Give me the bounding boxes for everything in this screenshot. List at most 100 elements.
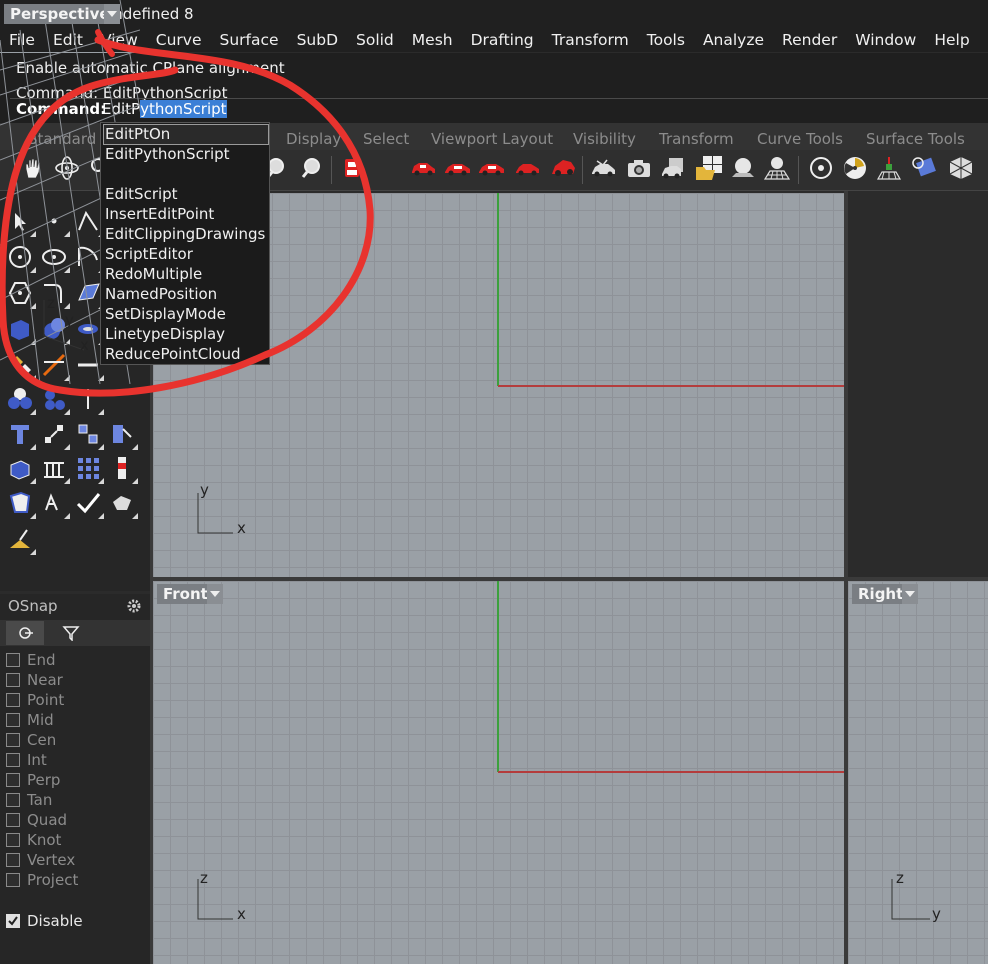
chevron-down-icon[interactable]: [207, 584, 223, 604]
menu-tools[interactable]: Tools: [638, 28, 694, 52]
object-props-icon[interactable]: [946, 153, 976, 183]
checkbox[interactable]: [6, 833, 20, 847]
toolbar-icon[interactable]: [910, 153, 940, 183]
autocomplete-item[interactable]: ReducePointCloud: [105, 345, 241, 363]
render-icon[interactable]: [4, 487, 36, 519]
checkbox[interactable]: [6, 793, 20, 807]
mesh-icon[interactable]: [38, 452, 70, 484]
autocomplete-item[interactable]: SetDisplayMode: [105, 305, 226, 323]
car-ghosted-icon[interactable]: [476, 153, 506, 183]
checkbox-checked[interactable]: [6, 914, 20, 928]
camera-icon[interactable]: [624, 153, 654, 183]
car-technical-icon[interactable]: [548, 153, 578, 183]
osnap-vertex-checkbox[interactable]: Vertex: [6, 850, 75, 870]
check-icon[interactable]: [72, 487, 104, 519]
extrude-icon[interactable]: [4, 452, 36, 484]
viewport-title[interactable]: Perspective: [4, 4, 116, 24]
autocomplete-item[interactable]: ScriptEditor: [105, 245, 193, 263]
tab-osnap-snaps[interactable]: [6, 621, 44, 645]
autocomplete-item[interactable]: EditClippingDrawings: [105, 225, 265, 243]
car-rendered-icon[interactable]: [442, 153, 472, 183]
autocomplete-item[interactable]: InsertEditPoint: [105, 205, 214, 223]
osnap-icon[interactable]: [806, 153, 836, 183]
tab-select[interactable]: Select: [363, 130, 409, 148]
analyze-icon[interactable]: [72, 383, 104, 415]
osnap-near-checkbox[interactable]: Near: [6, 670, 63, 690]
checkbox[interactable]: [6, 653, 20, 667]
checkbox[interactable]: [6, 693, 20, 707]
tab-display[interactable]: Display: [286, 130, 341, 148]
osnap-disable-checkbox[interactable]: Disable: [6, 911, 83, 931]
checkbox[interactable]: [6, 813, 20, 827]
autocomplete-item[interactable]: EditPythonScript: [105, 145, 230, 163]
osnap-int-checkbox[interactable]: Int: [6, 750, 47, 770]
menu-surface[interactable]: Surface: [211, 28, 288, 52]
tab-transform[interactable]: Transform: [659, 130, 734, 148]
checkbox[interactable]: [6, 673, 20, 687]
menu-render[interactable]: Render: [773, 28, 846, 52]
osnap-knot-checkbox[interactable]: Knot: [6, 830, 61, 850]
gear-icon[interactable]: [126, 598, 142, 614]
chevron-down-icon[interactable]: [104, 4, 120, 24]
menu-help[interactable]: Help: [925, 28, 978, 52]
material-sphere-icon[interactable]: [728, 153, 758, 183]
osnap-end-checkbox[interactable]: End: [6, 650, 56, 670]
menu-window[interactable]: Window: [846, 28, 925, 52]
menu-curve[interactable]: Curve: [147, 28, 211, 52]
array-icon[interactable]: [72, 418, 104, 450]
scale-icon[interactable]: [38, 418, 70, 450]
boolean-icon[interactable]: [38, 383, 70, 415]
transform-icon[interactable]: [106, 418, 138, 450]
tab-viewport-layout[interactable]: Viewport Layout: [431, 130, 553, 148]
checkbox[interactable]: [6, 733, 20, 747]
menu-analyze[interactable]: Analyze: [694, 28, 773, 52]
autocomplete-item[interactable]: EditPtOn: [105, 125, 170, 143]
menu-solid[interactable]: Solid: [347, 28, 403, 52]
ground-plane-icon[interactable]: [762, 153, 792, 183]
right-viewport[interactable]: Right z y: [848, 581, 988, 964]
autocomplete-item[interactable]: RedoMultiple: [105, 265, 202, 283]
grid-points-icon[interactable]: [72, 452, 104, 484]
viewport-title[interactable]: Front: [157, 584, 214, 604]
osnap-tan-checkbox[interactable]: Tan: [6, 790, 52, 810]
cplane-icon[interactable]: [874, 153, 904, 183]
tab-surface-tools[interactable]: Surface Tools: [866, 130, 965, 148]
autocomplete-item[interactable]: NamedPosition: [105, 285, 217, 303]
tab-osnap-filter[interactable]: [52, 621, 90, 645]
viewport-layout-icon[interactable]: [694, 153, 724, 183]
osnap-cen-checkbox[interactable]: Cen: [6, 730, 56, 750]
menu-drafting[interactable]: Drafting: [462, 28, 543, 52]
autocomplete-item[interactable]: LinetypeDisplay: [105, 325, 225, 343]
viewport-title[interactable]: Right: [852, 584, 910, 604]
chevron-down-icon[interactable]: [902, 584, 918, 604]
block-icon[interactable]: [106, 452, 138, 484]
osnap-quad-checkbox[interactable]: Quad: [6, 810, 67, 830]
zoom-extents-icon[interactable]: [296, 153, 326, 183]
menu-transform[interactable]: Transform: [543, 28, 638, 52]
car-shaded-icon[interactable]: [408, 153, 438, 183]
osnap-project-checkbox[interactable]: Project: [6, 870, 78, 890]
autocomplete-item[interactable]: EditScript: [105, 185, 178, 203]
checkbox[interactable]: [6, 873, 20, 887]
osnap-mid-checkbox[interactable]: Mid: [6, 710, 54, 730]
gumball-icon[interactable]: [840, 153, 870, 183]
menu-subd[interactable]: SubD: [288, 28, 347, 52]
dimension-tools-icon[interactable]: [38, 487, 70, 519]
checkbox[interactable]: [6, 853, 20, 867]
checkbox[interactable]: [6, 753, 20, 767]
text-icon[interactable]: [4, 418, 36, 450]
front-viewport[interactable]: Front z x: [153, 581, 844, 964]
car-render-icon[interactable]: [588, 153, 618, 183]
solid-tools-icon[interactable]: [106, 487, 138, 519]
osnap-perp-checkbox[interactable]: Perp: [6, 770, 60, 790]
save-icon[interactable]: [658, 153, 688, 183]
group-icon[interactable]: [4, 383, 36, 415]
menu-mesh[interactable]: Mesh: [403, 28, 462, 52]
tab-curve-tools[interactable]: Curve Tools: [757, 130, 843, 148]
osnap-point-checkbox[interactable]: Point: [6, 690, 64, 710]
car-xray-icon[interactable]: [512, 153, 542, 183]
checkbox[interactable]: [6, 713, 20, 727]
checkbox[interactable]: [6, 773, 20, 787]
drafting-icon[interactable]: [4, 523, 36, 555]
tab-visibility[interactable]: Visibility: [573, 130, 636, 148]
